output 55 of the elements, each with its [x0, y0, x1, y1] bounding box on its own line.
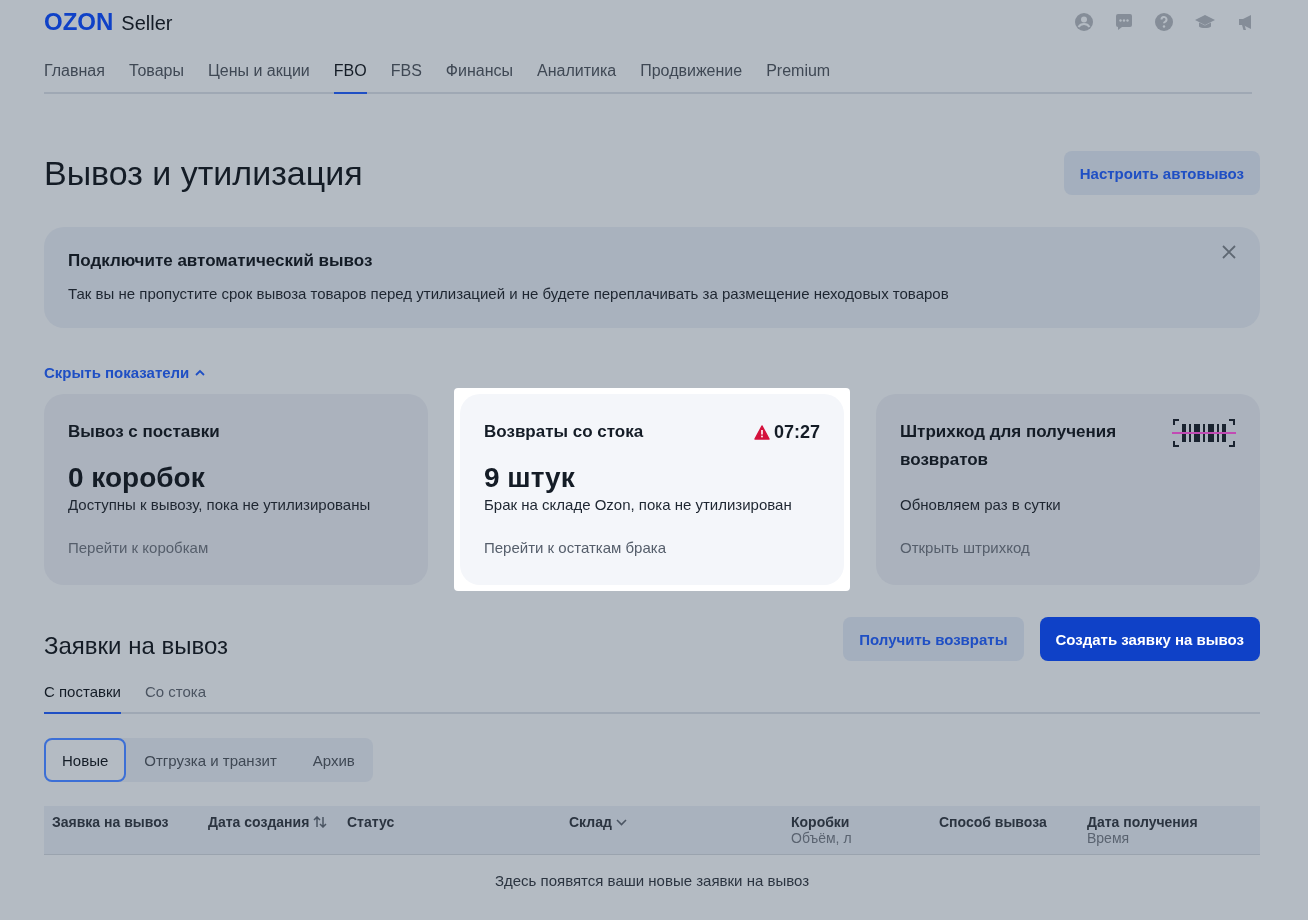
- nav-tab[interactable]: FBO: [333, 62, 367, 94]
- column-header: Статус: [347, 814, 395, 830]
- column-header: Дата получения: [1087, 814, 1198, 830]
- chevron-down-icon[interactable]: [615, 818, 627, 826]
- card-value: 0 коробок: [68, 461, 206, 495]
- hide-metrics-link[interactable]: Скрыть показатели: [44, 364, 206, 381]
- card-description: Доступны к вывозу, пока не утилизированы: [68, 496, 372, 513]
- card-description: Брак на складе Ozon, пока не утилизирован: [484, 496, 793, 513]
- help-icon[interactable]: [1154, 12, 1174, 32]
- card-link[interactable]: Открыть штрихкод: [900, 539, 1236, 556]
- nav-tab[interactable]: Главная: [44, 62, 105, 94]
- close-icon[interactable]: [1222, 245, 1236, 259]
- section-title: Заявки на вывоз: [44, 632, 228, 660]
- column-header: Склад: [569, 814, 612, 830]
- card-title: Штрихкод для получения возвратов: [900, 421, 1118, 471]
- profile-icon[interactable]: [1074, 12, 1094, 32]
- chevron-up-icon: [195, 369, 206, 376]
- logo[interactable]: OZON: [44, 8, 114, 36]
- nav-tab[interactable]: Продвижение: [640, 62, 743, 94]
- nav-tab[interactable]: Premium: [766, 62, 831, 94]
- column-subheader: Время: [1087, 830, 1131, 846]
- warning-icon: [753, 424, 770, 440]
- status-filter[interactable]: Новые: [44, 738, 127, 782]
- card-link[interactable]: Перейти к остаткам брака: [484, 539, 820, 556]
- status-filter[interactable]: Архив: [294, 738, 373, 782]
- column-subheader: Объём, л: [791, 830, 853, 846]
- card-title: Возвраты со стока: [484, 421, 645, 443]
- column-header: Коробки: [791, 814, 850, 830]
- banner-title: Подключите автоматический вывоз: [68, 251, 374, 271]
- nav-tab[interactable]: Цены и акции: [207, 62, 310, 94]
- column-header: Способ вывоза: [939, 814, 1047, 830]
- sort-icon[interactable]: [313, 816, 328, 828]
- get-returns-button[interactable]: Получить возвраты: [843, 617, 1024, 661]
- column-header: Заявка на вывоз: [52, 814, 169, 830]
- autoremoval-settings-button[interactable]: Настроить автовывоз: [1063, 151, 1260, 195]
- nav-tab[interactable]: Аналитика: [537, 62, 617, 94]
- nav-tab[interactable]: FBS: [390, 62, 422, 94]
- countdown-timer: 07:27: [773, 421, 820, 444]
- nav-tab[interactable]: Финансы: [445, 62, 513, 94]
- status-filter[interactable]: Отгрузка и транзит: [126, 738, 295, 782]
- tab[interactable]: С поставки: [44, 683, 121, 714]
- card-title: Вывоз с поставки: [68, 421, 221, 443]
- card-value: 9 штук: [484, 461, 576, 495]
- create-request-button[interactable]: Создать заявку на вывоз: [1039, 617, 1260, 661]
- logo-subtitle: Seller: [121, 12, 173, 35]
- card-link[interactable]: Перейти к коробкам: [68, 539, 404, 556]
- banner-text: Так вы не пропустите срок вывоза товаров перед утилизацией и не будете переплачивать за размещение неходовых товаров: [68, 285, 949, 302]
- column-header: Дата создания: [208, 814, 310, 830]
- page-title: Вывоз и утилизация: [44, 153, 363, 193]
- barcode-icon[interactable]: [1172, 418, 1236, 448]
- tab[interactable]: Со стока: [144, 683, 207, 714]
- chat-icon[interactable]: [1114, 12, 1134, 32]
- empty-state-text: Здесь появятся ваши новые заявки на вывоз: [493, 872, 811, 889]
- card-description: Обновляем раз в сутки: [900, 496, 1062, 513]
- nav-tab[interactable]: Товары: [128, 62, 184, 94]
